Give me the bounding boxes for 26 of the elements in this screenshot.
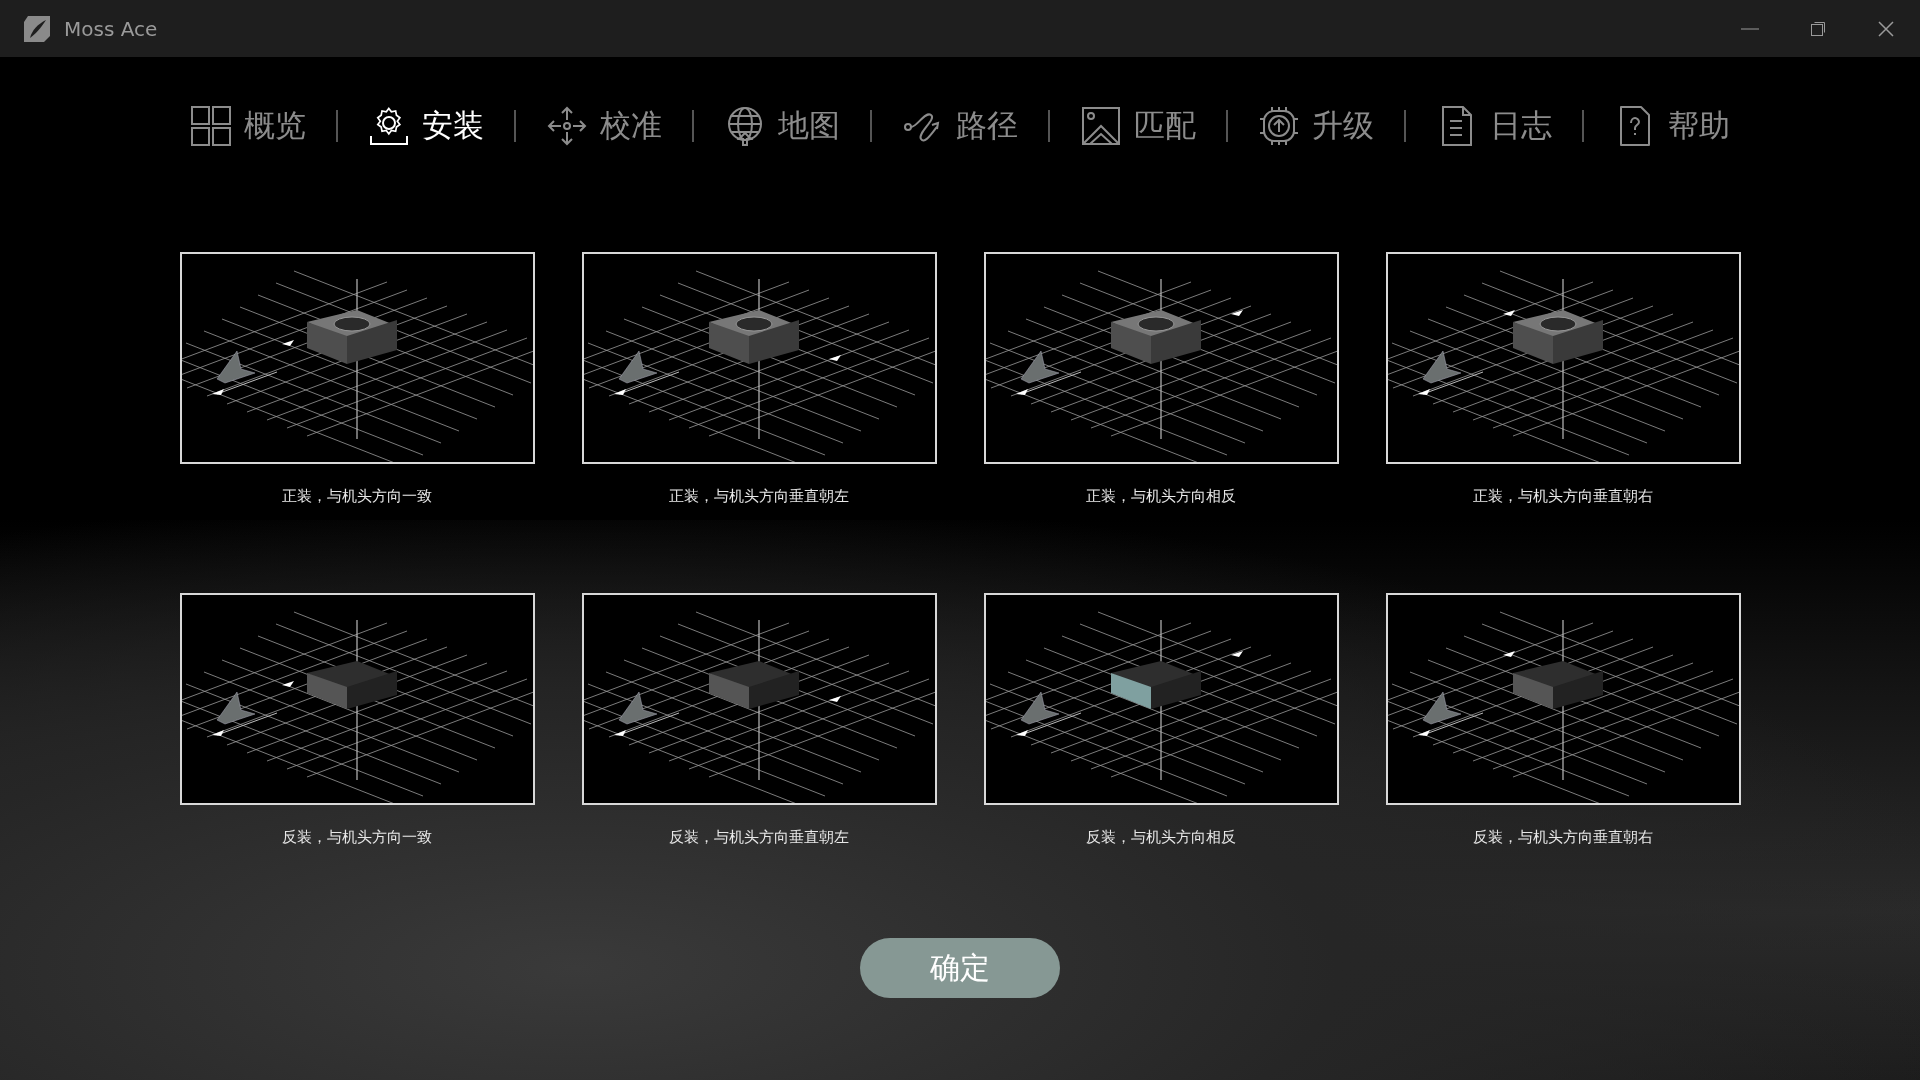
nav-tab[interactable]: 校准 bbox=[516, 105, 692, 147]
move-arrows-icon bbox=[546, 105, 588, 147]
grid-icon bbox=[190, 105, 232, 147]
chip-upload-icon bbox=[1258, 105, 1300, 147]
nav-tab[interactable]: 日志 bbox=[1406, 105, 1582, 147]
nav-tab[interactable]: 匹配 bbox=[1050, 105, 1226, 147]
nav-tab[interactable]: 安装 bbox=[338, 105, 514, 147]
mount-option-caption: 反装，与机头方向相反 bbox=[1086, 828, 1236, 847]
close-icon bbox=[1876, 18, 1896, 39]
mount-option-caption: 正装，与机头方向相反 bbox=[1086, 487, 1236, 506]
leaf-logo-icon bbox=[22, 13, 52, 44]
mount-option-caption: 正装，与机头方向垂直朝左 bbox=[669, 487, 849, 506]
mount-option-caption: 反装，与机头方向一致 bbox=[282, 828, 432, 847]
nav-tab[interactable]: 路径 bbox=[872, 105, 1048, 147]
mount-option-caption: 正装，与机头方向垂直朝右 bbox=[1473, 487, 1653, 506]
settings-icon bbox=[368, 105, 410, 147]
nav-tab[interactable]: 概览 bbox=[160, 105, 336, 147]
nav-tab[interactable]: 升级 bbox=[1228, 105, 1404, 147]
mount-option-caption: 正装，与机头方向一致 bbox=[282, 487, 432, 506]
minimize-icon bbox=[1741, 27, 1759, 30]
window-title: Moss Ace bbox=[64, 16, 159, 41]
nav-tab[interactable]: 帮助 bbox=[1584, 105, 1760, 147]
mount-option-caption: 反装，与机头方向垂直朝右 bbox=[1473, 828, 1653, 847]
mount-option-caption: 反装，与机头方向垂直朝左 bbox=[669, 828, 849, 847]
nav-tab[interactable]: 地图 bbox=[694, 105, 870, 147]
image-icon bbox=[1080, 105, 1122, 147]
